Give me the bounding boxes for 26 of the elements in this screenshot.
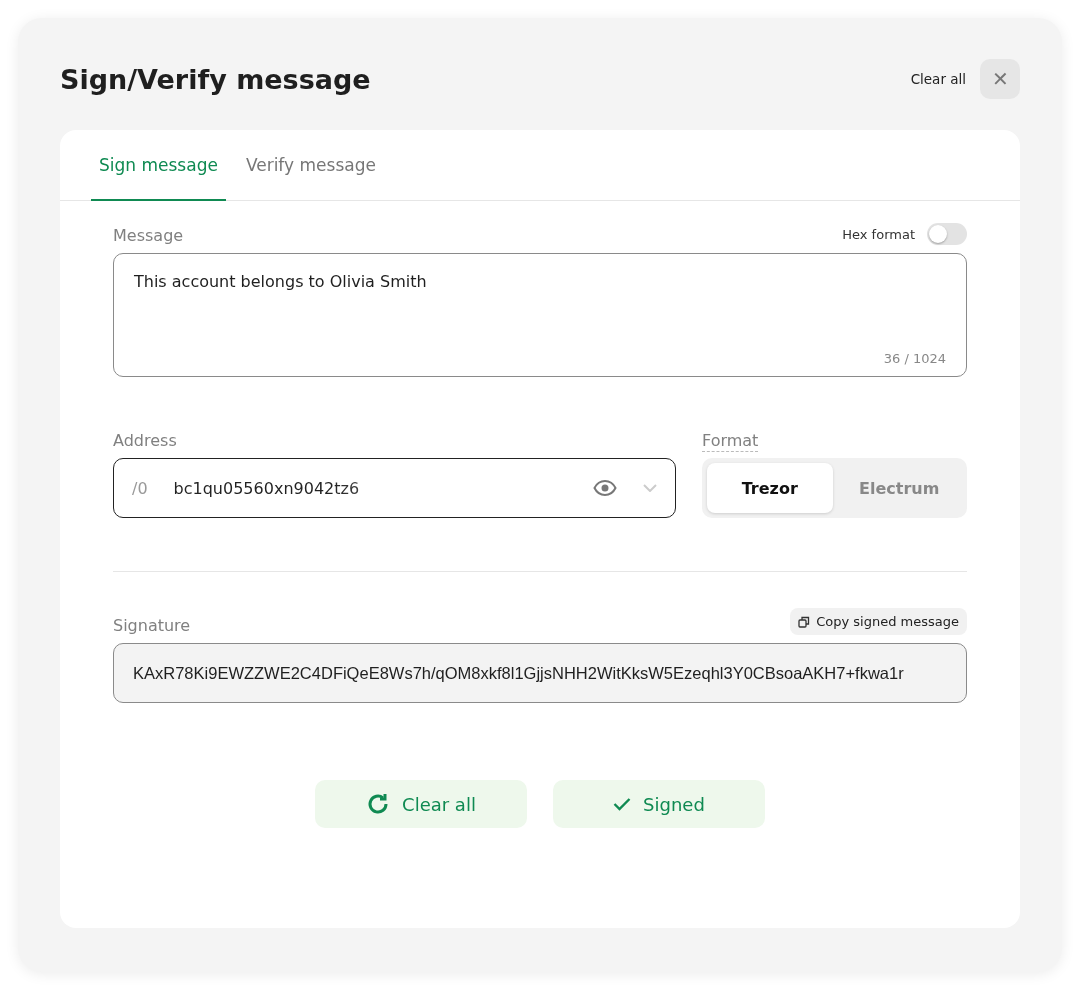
message-label: Message xyxy=(113,226,184,245)
dialog-title: Sign/Verify message xyxy=(60,63,371,95)
chevron-down-icon[interactable] xyxy=(643,484,657,492)
signature-field[interactable]: KAxR78Ki9EWZZWE2C4DFiQeE8Ws7h/qOM8xkf8l1GjjsNHH2WitKksW5Ezeqhl3Y0CBsoaAKH7+fkwa1r xyxy=(113,643,967,703)
character-counter: 36 / 1024 xyxy=(883,351,946,366)
address-label: Address xyxy=(113,431,178,450)
signature-text: KAxR78Ki9EWZZWE2C4DFiQeE8Ws7h/qOM8xkf8l1GjjsNHH2WitKksW5Ezeqhl3Y0CBsoaAKH7+fkwa1r xyxy=(133,663,904,683)
path-text: /0 xyxy=(132,478,148,498)
message-text: This account belongs to Olivia Smith xyxy=(134,272,428,291)
format-label: Format xyxy=(702,431,759,452)
hex-format-label: Hex format xyxy=(842,226,915,242)
clear-all-link[interactable]: Clear all xyxy=(910,71,966,87)
signed-button[interactable]: Signed xyxy=(553,780,765,828)
signature-label: Signature xyxy=(113,616,191,635)
clear-all-button[interactable]: Clear all xyxy=(315,780,527,828)
eye-icon[interactable] xyxy=(593,480,617,496)
check-icon xyxy=(613,797,632,811)
tab[interactable]: Verify message xyxy=(237,130,384,201)
format-option[interactable]: Trezor xyxy=(707,463,833,513)
tab[interactable]: Sign message xyxy=(91,130,226,201)
close-button[interactable]: ✕ xyxy=(980,59,1020,99)
copy-icon xyxy=(798,615,811,628)
address-select[interactable]: /0 bc1qu05560xn9042tz6 xyxy=(113,458,676,518)
message-input[interactable]: This account belongs to Olivia Smith 36 / 1024 xyxy=(113,253,967,377)
copy-signed-message-button[interactable]: Copy signed message xyxy=(790,608,967,635)
hex-format-toggle[interactable] xyxy=(927,223,967,245)
